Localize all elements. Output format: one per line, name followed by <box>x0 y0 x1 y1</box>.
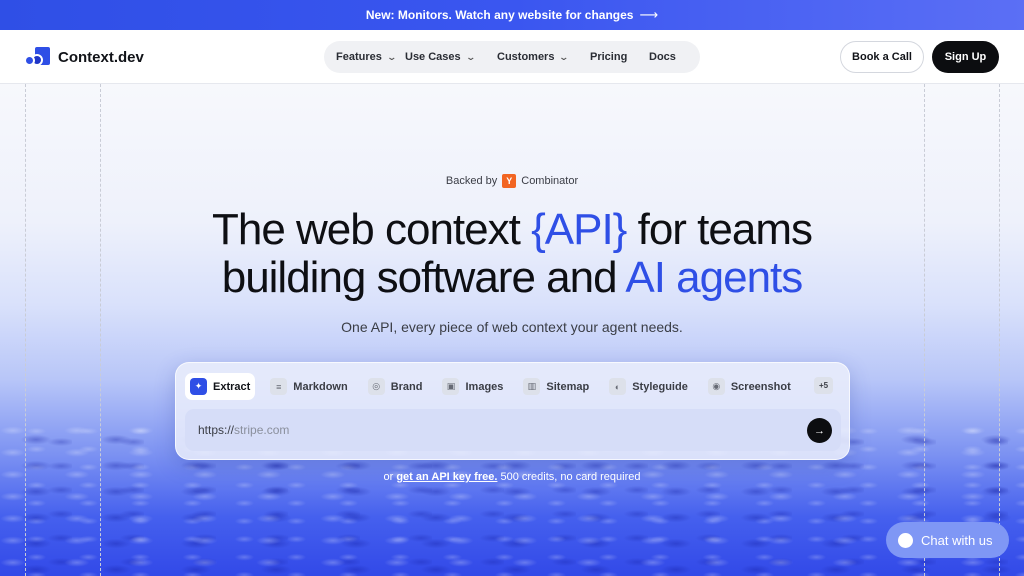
nav-use-cases[interactable]: Use Cases ⌄ <box>405 51 497 63</box>
tab-label: Styleguide <box>632 380 688 393</box>
sign-up-button[interactable]: Sign Up <box>932 41 999 73</box>
api-widget: ✦ Extract ≡ Markdown ◎ Brand ▣ Images ▥ … <box>175 362 850 460</box>
chat-widget-button[interactable]: Chat with us <box>886 522 1009 558</box>
headline-ai-agents: AI agents <box>625 253 803 302</box>
tab-label: Sitemap <box>546 380 590 393</box>
camera-icon: ◉ <box>707 378 725 395</box>
url-input[interactable]: https://stripe.com → <box>185 409 841 451</box>
chat-bubble-icon <box>898 532 913 548</box>
markdown-icon: ≡ <box>270 378 288 395</box>
announcement-text: New: Monitors. Watch any website for cha… <box>365 8 634 22</box>
tab-images[interactable]: ▣ Images <box>437 373 508 400</box>
backed-by: Backed by Y Combinator <box>0 174 1024 188</box>
endpoint-tabs: ✦ Extract ≡ Markdown ◎ Brand ▣ Images ▥ … <box>185 373 806 400</box>
url-placeholder: stripe.com <box>234 423 290 437</box>
api-key-note: or get an API key free. 500 credits, no … <box>0 471 1024 483</box>
hero-subline: One API, every piece of web context your… <box>341 319 683 335</box>
tab-label: Images <box>465 380 504 393</box>
nav-label: Customers <box>497 51 555 63</box>
map-icon: ▥ <box>523 378 541 395</box>
target-icon: ◎ <box>367 378 385 395</box>
chat-label: Chat with us <box>921 532 993 548</box>
book-call-button[interactable]: Book a Call <box>840 41 924 73</box>
api-note-pre: or <box>383 471 397 483</box>
arrow-right-icon: → <box>814 424 825 437</box>
tab-label: Screenshot <box>730 380 791 393</box>
nav-label: Pricing <box>590 51 628 63</box>
chevron-down-icon: ⌄ <box>386 51 397 62</box>
nav-label: Use Cases <box>405 51 461 63</box>
url-prefix: https:// <box>198 423 235 437</box>
backed-suffix: Combinator <box>521 175 579 187</box>
nav-features[interactable]: Features ⌄ <box>336 51 405 63</box>
logo[interactable]: Context.dev <box>24 47 144 67</box>
tab-brand[interactable]: ◎ Brand <box>363 373 428 400</box>
nav-docs[interactable]: Docs <box>649 51 676 63</box>
headline-part: building software and <box>221 253 626 302</box>
get-api-key-link[interactable]: get an API key free. <box>396 471 497 483</box>
chevron-down-icon: ⌄ <box>558 51 570 62</box>
headline-part: for teams <box>626 205 813 254</box>
chevron-down-icon: ⌄ <box>465 51 476 62</box>
main-nav: Features ⌄ Use Cases ⌄ Customers ⌄ Prici… <box>324 41 700 73</box>
tab-label: Markdown <box>293 380 348 393</box>
logo-icon <box>24 47 50 67</box>
tab-extract[interactable]: ✦ Extract <box>185 373 256 400</box>
tab-label: Brand <box>390 380 423 393</box>
submit-button[interactable]: → <box>807 418 832 443</box>
url-field-text: https://stripe.com <box>198 423 289 437</box>
tab-styleguide[interactable]: ◐ Styleguide <box>604 373 693 400</box>
tab-sitemap[interactable]: ▥ Sitemap <box>518 373 594 400</box>
backed-prefix: Backed by <box>445 175 498 187</box>
palette-icon: ◐ <box>609 378 627 395</box>
nav-pricing[interactable]: Pricing <box>590 51 649 63</box>
more-tabs-button[interactable]: +5 <box>814 377 833 394</box>
brand-name: Context.dev <box>58 48 144 66</box>
y-combinator-logo: Y <box>502 174 517 188</box>
nav-customers[interactable]: Customers ⌄ <box>497 51 590 63</box>
headline-part: The web context <box>211 205 532 254</box>
nav-label: Features <box>336 51 382 63</box>
site-header: Context.dev Features ⌄ Use Cases ⌄ Custo… <box>0 30 1024 84</box>
headline-api: {API} <box>531 205 627 254</box>
tab-screenshot[interactable]: ◉ Screenshot <box>703 373 796 400</box>
announcement-bar[interactable]: New: Monitors. Watch any website for cha… <box>0 0 1024 30</box>
sparkle-icon: ✦ <box>190 378 207 395</box>
api-note-post: 500 credits, no card required <box>497 471 641 483</box>
hero-headline: The web context {API} for teams building… <box>0 206 1024 302</box>
nav-label: Docs <box>649 51 676 63</box>
tab-markdown[interactable]: ≡ Markdown <box>265 373 352 400</box>
image-icon: ▣ <box>442 378 460 395</box>
arrow-right-icon: ⟶ <box>639 7 659 22</box>
tab-label: Extract <box>213 380 251 393</box>
